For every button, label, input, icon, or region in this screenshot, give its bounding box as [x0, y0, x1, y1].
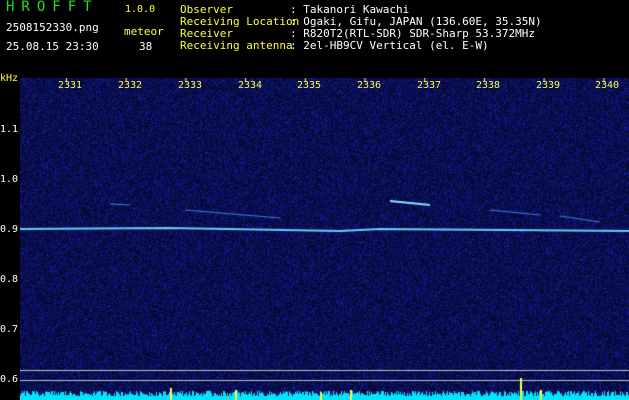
y-tick: 0.8 [0, 274, 19, 285]
x-tick: 2338 [476, 80, 501, 91]
x-tick: 2335 [297, 80, 322, 91]
meteor-label: meteor [124, 25, 164, 38]
x-tick: 2334 [238, 80, 263, 91]
y-tick: 1.1 [0, 124, 19, 135]
y-tick: 0.9 [0, 224, 19, 235]
y-tick: 1.0 [0, 174, 19, 185]
app-title: HROFFT [6, 0, 99, 15]
app-version: 1.0.0 [125, 4, 156, 15]
meteor-count: 38 [139, 40, 153, 53]
x-tick: 2332 [118, 80, 143, 91]
y-tick: 0.6 [0, 374, 19, 385]
y-tick: 0.7 [0, 324, 19, 335]
hrofft-window: HROFFT 1.0.0 2508152330.png 25.08.15 23:… [0, 0, 629, 400]
antenna-value: : 2el-HB9CV Vertical (el. E-W) [290, 39, 489, 52]
x-tick: 2337 [417, 80, 442, 91]
file-name: 2508152330.png [6, 21, 99, 34]
x-tick: 2333 [178, 80, 203, 91]
spectrogram [20, 78, 629, 400]
x-tick: 2340 [595, 80, 620, 91]
y-axis-unit: kHz [0, 73, 19, 84]
x-tick: 2331 [58, 80, 83, 91]
x-tick: 2336 [357, 80, 382, 91]
antenna-key: Receiving antenna [180, 39, 293, 52]
x-tick: 2339 [536, 80, 561, 91]
capture-datetime: 25.08.15 23:30 [6, 40, 99, 53]
